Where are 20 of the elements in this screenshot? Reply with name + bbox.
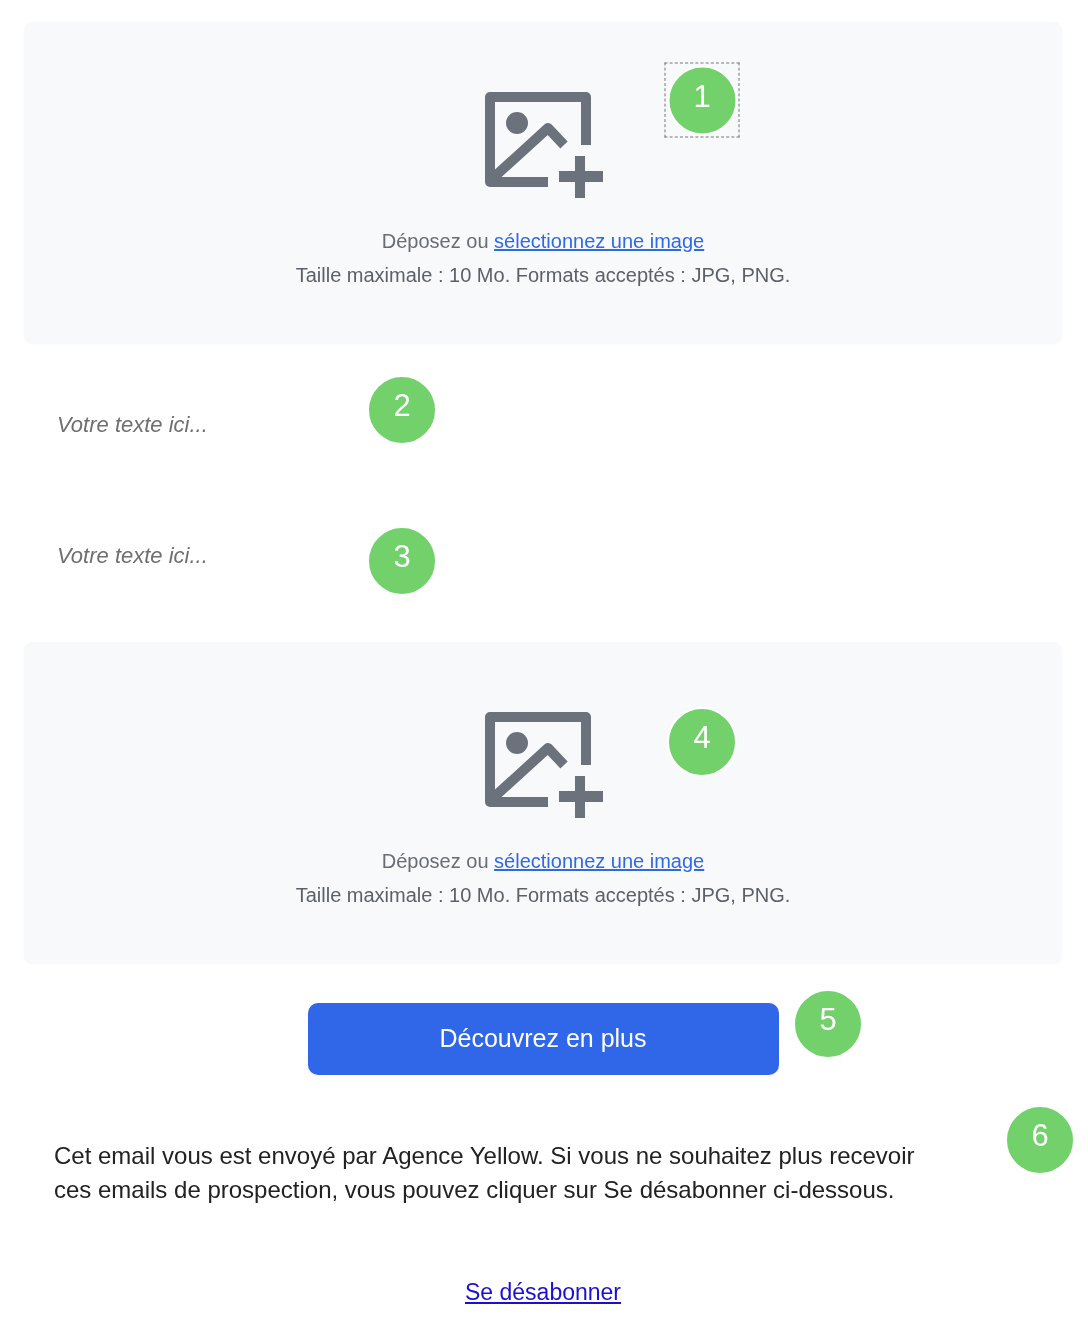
upload-limits-text: Taille maximale : 10 Mo. Formats acceptés : JPG, PNG. [295, 883, 791, 908]
step-marker: 4 [667, 707, 737, 777]
step-marker: 5 [793, 989, 863, 1059]
step-marker: 6 [1005, 1105, 1075, 1175]
add-image-icon [483, 91, 603, 198]
select-image-link[interactable]: sélectionnez une image [494, 850, 705, 872]
step-marker: 3 [367, 526, 437, 596]
text-field[interactable]: Votre texte ici... [57, 409, 287, 440]
upload-limits-text: Taille maximale : 10 Mo. Formats acceptés : JPG, PNG. [295, 263, 791, 288]
unsubscribe-link[interactable]: Se désabonner [465, 1275, 621, 1309]
add-image-icon [483, 711, 603, 818]
upload-dropzone[interactable]: Déposez ou sélectionnez une image Taille maximale : 10 Mo. Formats acceptés : JPG, PNG. 1 [24, 22, 1062, 343]
upload-prompt: Déposez ou sélectionnez une image [381, 849, 705, 874]
text-field[interactable]: Votre texte ici... [57, 540, 287, 571]
step-marker: 2 [367, 375, 437, 445]
discover-button[interactable]: Découvrez en plus [307, 1003, 779, 1075]
upload-prompt: Déposez ou sélectionnez une image [381, 229, 705, 254]
upload-dropzone[interactable]: Déposez ou sélectionnez une image Taille maximale : 10 Mo. Formats acceptés : JPG, PNG. 4 [24, 642, 1062, 963]
select-image-link[interactable]: sélectionnez une image [494, 230, 705, 252]
footer-text: Cet email vous est envoyé par Agence Yellow. Si vous ne souhaitez plus recevoir ces emails de prospection, vous pouvez cliquer sur Se désabonner ci-dessous. [54, 1141, 916, 1205]
